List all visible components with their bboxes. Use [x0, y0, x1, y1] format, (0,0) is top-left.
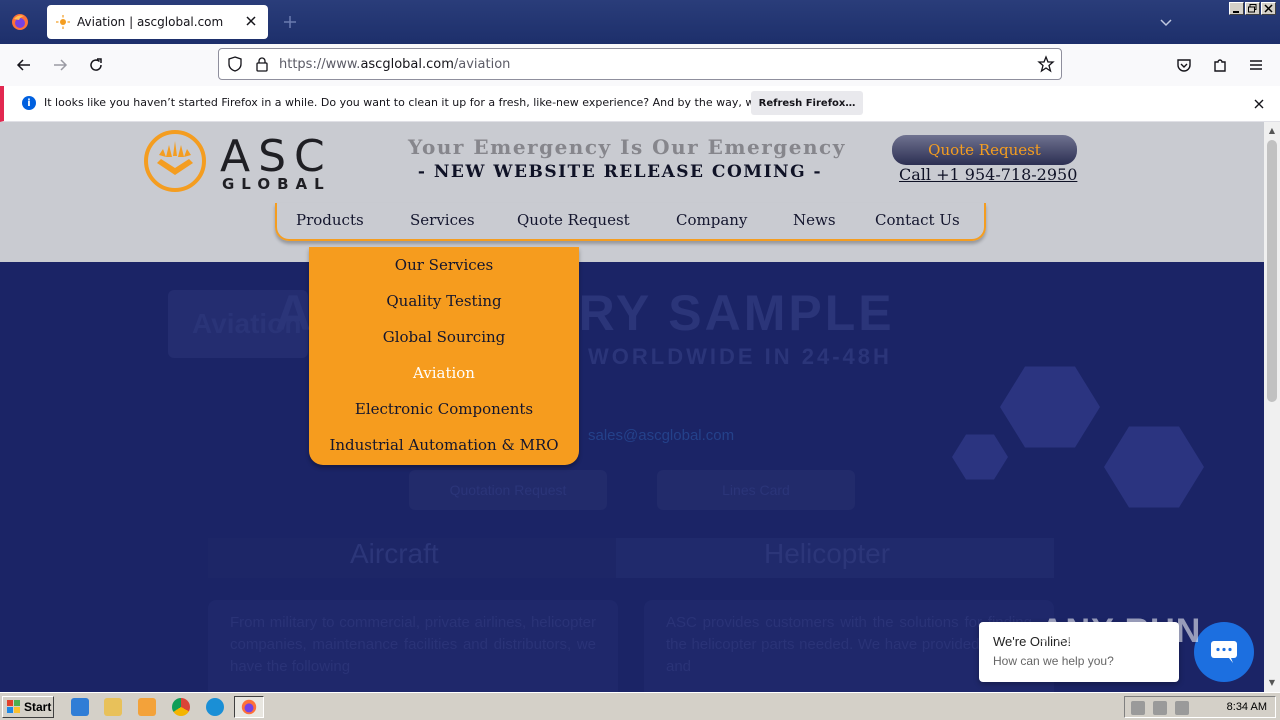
nav-contact-us[interactable]: Contact Us [875, 211, 960, 229]
tab-aircraft[interactable]: Aircraft [350, 538, 439, 570]
sun-logo-icon [144, 130, 206, 192]
chat-icon [1211, 641, 1237, 663]
email-link[interactable]: sales@ascglobal.com [588, 427, 734, 444]
network-icon[interactable] [1153, 701, 1167, 715]
quotation-request-button[interactable]: Quotation Request [409, 470, 607, 510]
dropdown-quality-testing[interactable]: Quality Testing [309, 292, 579, 310]
dropdown-our-services[interactable]: Our Services [309, 256, 579, 274]
reload-icon [90, 58, 102, 71]
back-button[interactable] [14, 55, 34, 75]
quote-request-button[interactable]: Quote Request [892, 135, 1077, 165]
nav-news[interactable]: News [793, 211, 836, 229]
reload-button[interactable] [86, 55, 106, 75]
firefox-taskbar-button[interactable] [234, 696, 264, 718]
hero-subheading: WORLDWIDE IN 24-48H [588, 344, 892, 369]
menu-button[interactable] [1246, 55, 1266, 75]
navigation-toolbar: https://www.ascglobal.com/aviation [0, 44, 1280, 86]
main-navigation: Products Services Quote Request Company … [275, 203, 986, 241]
chevron-down-icon[interactable] [1158, 14, 1174, 30]
puzzle-icon [1214, 59, 1226, 72]
tab-strip: Aviation | ascglobal.com [0, 0, 1280, 44]
windows-logo-icon [7, 700, 20, 713]
url-text: https://www.ascglobal.com/aviation [279, 57, 511, 72]
firefox-icon [12, 14, 28, 30]
back-arrow-icon [16, 59, 30, 71]
tab-aviation[interactable]: Aviation | ascglobal.com [47, 5, 268, 39]
aircraft-card: From military to commercial, private air… [208, 600, 618, 692]
minimize-button[interactable] [1229, 2, 1244, 15]
pocket-icon [1177, 59, 1191, 72]
info-icon: i [22, 96, 36, 110]
category-tabs: Aircraft Helicopter [208, 538, 1054, 578]
notification-message: It looks like you haven’t started Firefo… [44, 96, 829, 109]
media-player-icon[interactable] [138, 698, 156, 716]
logo-subtitle: GLOBAL [222, 175, 331, 193]
start-button[interactable]: Start [2, 696, 54, 718]
forward-button[interactable] [50, 55, 70, 75]
sun-favicon-icon [56, 15, 70, 29]
refresh-firefox-button[interactable]: Refresh Firefox… [751, 91, 863, 115]
hexagon-decoration [1104, 426, 1204, 508]
clock: 8:34 AM [1226, 701, 1267, 713]
system-tray: 8:34 AM [1124, 696, 1276, 718]
services-dropdown: Our Services Quality Testing Global Sour… [309, 247, 579, 465]
flag-icon[interactable] [1175, 701, 1189, 715]
page-viewport: ASC GLOBAL Your Emergency Is Our Emergen… [0, 122, 1264, 692]
hexagon-decoration [952, 434, 1008, 480]
hexagon-decoration [1000, 366, 1100, 448]
bookmark-star-icon[interactable] [1037, 55, 1055, 73]
firefox-taskbar-icon [241, 699, 257, 715]
tab-title: Aviation | ascglobal.com [77, 15, 224, 29]
dropdown-global-sourcing[interactable]: Global Sourcing [309, 328, 579, 346]
page-scrollbar[interactable]: ▲ ▼ [1264, 122, 1280, 692]
shield-icon[interactable] [227, 56, 243, 72]
pocket-button[interactable] [1174, 55, 1194, 75]
site-header: ASC GLOBAL Your Emergency Is Our Emergen… [0, 122, 1264, 262]
anyrun-watermark: ANY RUN [1040, 612, 1202, 650]
tagline-bottom: - NEW WEBSITE RELEASE COMING - [417, 162, 823, 182]
dropdown-industrial-automation[interactable]: Industrial Automation & MRO [309, 436, 579, 454]
restore-button[interactable] [1245, 2, 1260, 15]
chat-button[interactable] [1194, 622, 1254, 682]
scrollbar-thumb[interactable] [1267, 140, 1277, 402]
asc-global-logo[interactable]: ASC GLOBAL [142, 129, 347, 193]
edge-icon[interactable] [206, 698, 224, 716]
close-icon[interactable] [1252, 97, 1266, 111]
dropdown-aviation[interactable]: Aviation [309, 364, 579, 382]
notification-bar: i It looks like you haven’t started Fire… [0, 86, 1280, 122]
tagline-top: Your Emergency Is Our Emergency [408, 135, 846, 159]
hamburger-menu-icon [1250, 60, 1262, 70]
close-window-button[interactable] [1261, 2, 1276, 15]
extensions-button[interactable] [1210, 55, 1230, 75]
taskbar: Start 8:34 AM [0, 692, 1280, 720]
internet-explorer-icon[interactable] [71, 698, 89, 716]
start-label: Start [24, 700, 52, 714]
scroll-up-icon[interactable]: ▲ [1266, 126, 1278, 138]
firefox-view-button[interactable] [8, 10, 32, 34]
chat-prompt: How can we help you? [993, 654, 1114, 668]
nav-services[interactable]: Services [410, 211, 475, 229]
lines-card-button[interactable]: Lines Card [657, 470, 855, 510]
forward-arrow-icon [54, 59, 68, 71]
url-bar[interactable]: https://www.ascglobal.com/aviation [218, 48, 1062, 80]
chrome-icon[interactable] [172, 698, 190, 716]
nav-company[interactable]: Company [676, 211, 747, 229]
volume-icon[interactable] [1131, 701, 1145, 715]
close-tab-icon[interactable] [242, 12, 260, 30]
nav-products[interactable]: Products [296, 211, 364, 229]
new-tab-icon[interactable] [281, 13, 299, 31]
lock-icon[interactable] [254, 56, 270, 72]
dropdown-electronic-components[interactable]: Electronic Components [309, 400, 579, 418]
phone-link[interactable]: Call +1 954-718-2950 [899, 165, 1077, 184]
folder-icon[interactable] [104, 698, 122, 716]
tab-helicopter[interactable]: Helicopter [764, 538, 890, 570]
scroll-down-icon[interactable]: ▼ [1266, 678, 1278, 690]
nav-quote-request[interactable]: Quote Request [517, 211, 630, 229]
